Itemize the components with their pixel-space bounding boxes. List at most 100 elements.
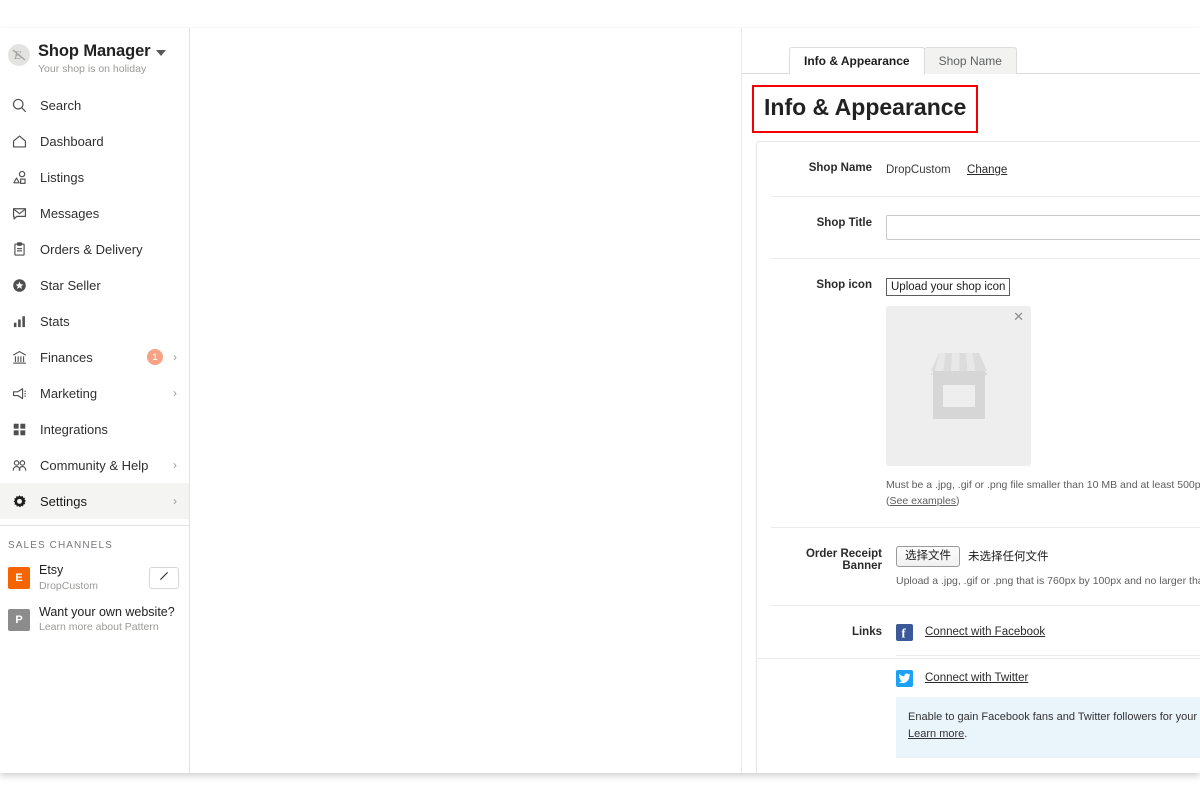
storefront-placeholder-icon	[917, 341, 1001, 432]
upload-shop-icon-button[interactable]: Upload your shop icon	[886, 278, 1011, 297]
sidebar-item-label: Community & Help	[40, 457, 149, 473]
channel-title: Want your own website?	[39, 604, 175, 619]
bar-chart-icon	[8, 310, 30, 332]
content-left-gutter	[190, 28, 742, 773]
listings-icon	[8, 166, 30, 188]
shop-title-label: Shop Title	[816, 217, 872, 229]
settings-card: Shop Name DropCustom Change Opened on 06…	[756, 141, 1200, 773]
sidebar-item-label: Marketing	[40, 385, 98, 401]
shop-title-input[interactable]	[886, 215, 1200, 240]
sidebar-item-label: Dashboard	[40, 133, 104, 149]
shop-icon-label: Shop icon	[816, 279, 872, 291]
chevron-right-icon: ›	[173, 458, 177, 473]
shop-icon-preview: ✕	[886, 306, 1031, 467]
see-examples-link[interactable]: See examples	[890, 495, 957, 507]
notice-text: Enable to gain Facebook fans and Twitter…	[908, 710, 1200, 723]
sidebar-item-stats[interactable]: Stats	[0, 303, 189, 339]
tab-bar: Info & Appearance Shop Name	[789, 46, 1017, 74]
links-label: Links	[851, 625, 882, 638]
tab-shop-name[interactable]: Shop Name	[923, 46, 1017, 74]
chevron-right-icon: ›	[173, 386, 177, 401]
banner-help-main: Upload a .jpg, .gif or .png that is 760p…	[896, 574, 1200, 587]
etsy-channel-icon: E	[8, 566, 30, 589]
shop-name-label: Shop Name	[808, 162, 872, 174]
sidebar-item-label: Integrations	[40, 421, 108, 437]
bank-icon	[8, 346, 30, 368]
grid-icon	[8, 418, 30, 440]
row-order-receipt-banner: Order Receipt Banner 选择文件 未选择任何文件 Upload…	[771, 528, 1200, 606]
sidebar-item-integrations[interactable]: Integrations	[0, 411, 189, 447]
notice-text-end: .	[964, 728, 968, 741]
twitter-connect-row[interactable]: Connect with Twitter	[896, 654, 1200, 697]
sidebar-item-star-seller[interactable]: Star Seller	[0, 267, 189, 303]
pattern-channel-icon: P	[8, 608, 30, 631]
page-title-highlight: Info & Appearance	[752, 85, 979, 133]
sidebar-item-label: Listings	[40, 169, 85, 185]
clipboard-icon	[8, 238, 30, 260]
sales-channel-etsy[interactable]: E Etsy DropCustom	[0, 557, 189, 599]
chevron-right-icon: ›	[173, 350, 177, 365]
sidebar-item-dashboard[interactable]: Dashboard	[0, 123, 189, 159]
envelope-icon	[8, 202, 30, 224]
sidebar-item-listings[interactable]: Listings	[0, 159, 189, 195]
twitter-icon	[896, 669, 913, 687]
selected-file-name: 未选择任何文件	[968, 551, 1049, 564]
channel-subtitle: Learn more about Pattern	[39, 621, 159, 634]
channel-title: Etsy	[39, 563, 64, 578]
row-shop-icon: Shop icon Upload your shop icon ✕ Must b…	[771, 259, 1200, 528]
pencil-icon	[158, 569, 170, 587]
sidebar-item-label: Settings	[40, 493, 87, 509]
browser-viewport: E Shop Manager Your shop is on holiday S…	[0, 28, 1200, 773]
sales-channel-pattern[interactable]: P Want your own website? Learn more abou…	[0, 599, 189, 641]
svg-text:E: E	[13, 48, 22, 62]
choose-file-button[interactable]: 选择文件	[896, 545, 960, 567]
caret-down-icon[interactable]	[156, 49, 167, 56]
screenshot-root: E Shop Manager Your shop is on holiday S…	[0, 0, 1200, 800]
sidebar-item-label: Finances	[40, 349, 93, 365]
sidebar-item-community-help[interactable]: Community & Help ›	[0, 447, 189, 483]
chevron-right-icon: ›	[173, 494, 177, 509]
row-shop-name: Shop Name DropCustom Change Opened on 06…	[771, 142, 1200, 197]
connect-with-facebook-link[interactable]: Connect with Facebook	[925, 626, 1045, 638]
sidebar-item-marketing[interactable]: Marketing ›	[0, 375, 189, 411]
social-notice: Enable to gain Facebook fans and Twitter…	[896, 696, 1200, 758]
sidebar-item-finances[interactable]: Finances 1 ›	[0, 339, 189, 375]
facebook-icon: f	[896, 623, 913, 641]
page-title: Info & Appearance	[764, 94, 967, 120]
shop-status-text: Your shop is on holiday	[38, 62, 147, 75]
shop-name-value: DropCustom	[886, 164, 951, 176]
sales-channels-header: SALES CHANNELS	[8, 540, 113, 552]
search-icon	[8, 94, 30, 116]
megaphone-icon	[8, 382, 30, 404]
shop-icon-help-text: Must be a .jpg, .gif or .png file smalle…	[886, 478, 1200, 508]
sidebar-item-messages[interactable]: Messages	[0, 195, 189, 231]
shop-manager-title: Shop Manager	[38, 42, 151, 60]
edit-shop-button[interactable]	[149, 566, 179, 589]
gear-icon	[8, 490, 30, 512]
sidebar: E Shop Manager Your shop is on holiday S…	[0, 28, 190, 773]
shop-manager-header[interactable]: E Shop Manager Your shop is on holiday	[0, 34, 189, 79]
card-bottom-rule	[756, 658, 1200, 659]
row-shop-title: Shop Title	[771, 197, 1200, 259]
change-shop-name-link[interactable]: Change	[967, 164, 1007, 176]
svg-text:f: f	[901, 625, 906, 640]
sidebar-item-settings[interactable]: Settings ›	[0, 483, 189, 520]
sidebar-item-orders-delivery[interactable]: Orders & Delivery	[0, 231, 189, 267]
channel-subtitle: DropCustom	[39, 579, 98, 592]
connect-with-twitter-link[interactable]: Connect with Twitter	[925, 672, 1028, 684]
people-icon	[8, 454, 30, 476]
sidebar-item-label: Orders & Delivery	[40, 241, 143, 257]
tab-label: Shop Name	[938, 53, 1002, 68]
learn-more-link[interactable]: Learn more	[908, 728, 964, 740]
etsy-logo-icon: E	[8, 44, 30, 66]
sidebar-item-search[interactable]: Search	[0, 87, 189, 123]
tab-label: Info & Appearance	[804, 53, 910, 68]
sidebar-item-label: Stats	[40, 313, 70, 329]
close-icon[interactable]: ✕	[1013, 310, 1024, 323]
home-icon	[8, 130, 30, 152]
tab-info-appearance[interactable]: Info & Appearance	[789, 46, 925, 74]
facebook-connect-row[interactable]: f Connect with Facebook	[896, 623, 1200, 655]
file-picker: 选择文件 未选择任何文件	[896, 545, 1200, 567]
sidebar-item-label: Search	[40, 97, 82, 113]
shop-icon-help-end: )	[956, 494, 960, 507]
